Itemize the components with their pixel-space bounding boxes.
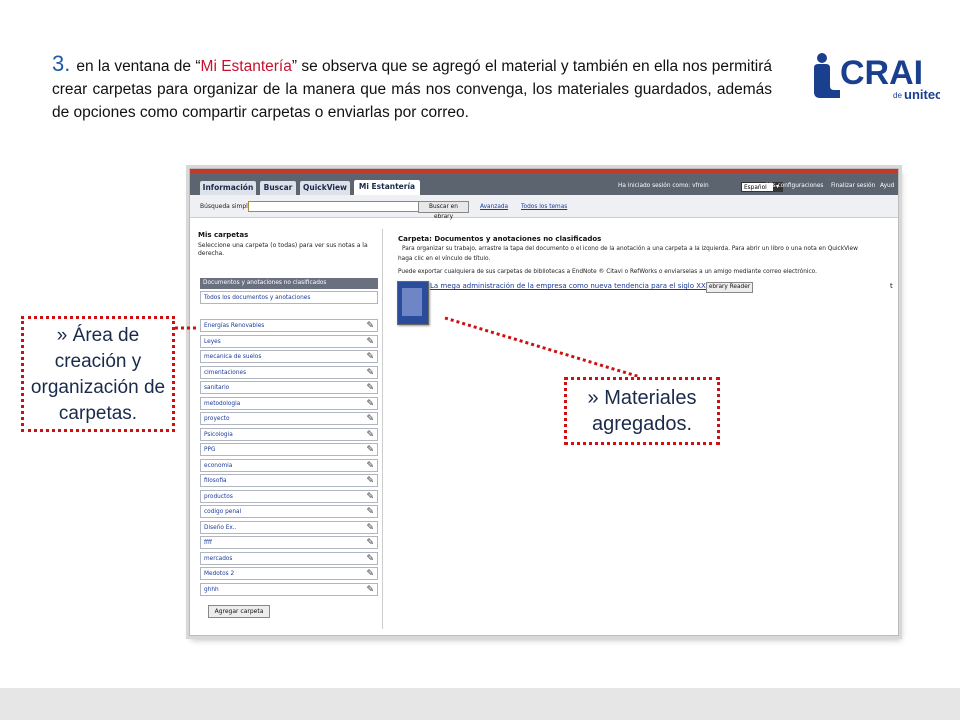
right-connector-line <box>444 316 641 379</box>
callout-left: » Área de creación y organización de car… <box>21 316 175 432</box>
callout-right: » Materiales agregados. <box>564 377 720 445</box>
